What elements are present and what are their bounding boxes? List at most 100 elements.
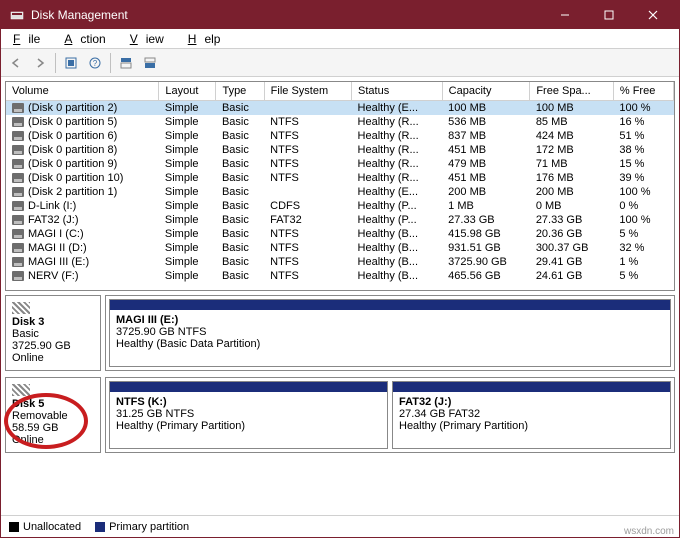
table-row[interactable]: (Disk 0 partition 9)SimpleBasicNTFSHealt… bbox=[6, 157, 674, 171]
cell-text: Basic bbox=[222, 172, 249, 184]
table-row[interactable]: (Disk 0 partition 8)SimpleBasicNTFSHealt… bbox=[6, 143, 674, 157]
cell-text: (Disk 0 partition 5) bbox=[28, 116, 117, 128]
cell-text: 300.37 GB bbox=[536, 242, 589, 254]
column-header[interactable]: Type bbox=[216, 82, 264, 101]
partition-container: NTFS (K:) 31.25 GB NTFS Healthy (Primary… bbox=[105, 377, 675, 453]
disk-info-box[interactable]: Disk 3 Basic 3725.90 GB Online bbox=[5, 295, 101, 371]
cell-text: Basic bbox=[222, 144, 249, 156]
cell-text: 38 % bbox=[619, 144, 644, 156]
cell-text: 100 MB bbox=[536, 102, 574, 114]
cell-text: 39 % bbox=[619, 172, 644, 184]
cell-text: 100 MB bbox=[448, 102, 486, 114]
menu-view[interactable]: View bbox=[122, 30, 180, 48]
disk-management-window: Disk Management File Action View Help ? … bbox=[0, 0, 680, 538]
table-row[interactable]: D-Link (I:)SimpleBasicCDFSHealthy (P...1… bbox=[6, 199, 674, 213]
partition-health: Healthy (Basic Data Partition) bbox=[116, 338, 664, 350]
legend-bar: Unallocated Primary partition bbox=[1, 515, 679, 537]
menu-help[interactable]: Help bbox=[180, 30, 237, 48]
cell-text: Healthy (B... bbox=[358, 228, 419, 240]
menu-action[interactable]: Action bbox=[56, 30, 121, 48]
cell-text: 15 % bbox=[619, 158, 644, 170]
cell-text: 100 % bbox=[619, 186, 650, 198]
partition-box[interactable]: FAT32 (J:) 27.34 GB FAT32 Healthy (Prima… bbox=[392, 381, 671, 449]
disk-row: Disk 5 Removable 58.59 GB Online NTFS (K… bbox=[5, 377, 675, 453]
cell-text: 5 % bbox=[619, 270, 638, 282]
partition-size: 31.25 GB NTFS bbox=[116, 408, 381, 420]
table-row[interactable]: (Disk 0 partition 10)SimpleBasicNTFSHeal… bbox=[6, 171, 674, 185]
cell-text: NTFS bbox=[270, 172, 299, 184]
cell-text: 200 MB bbox=[536, 186, 574, 198]
volume-icon bbox=[12, 271, 24, 281]
titlebar[interactable]: Disk Management bbox=[1, 1, 679, 29]
cell-text: 451 MB bbox=[448, 144, 486, 156]
cell-text: Healthy (P... bbox=[358, 200, 417, 212]
disk-size: 3725.90 GB bbox=[12, 340, 94, 352]
back-button[interactable] bbox=[5, 52, 27, 74]
view-top-button[interactable] bbox=[115, 52, 137, 74]
forward-button[interactable] bbox=[29, 52, 51, 74]
maximize-button[interactable] bbox=[587, 1, 631, 29]
table-row[interactable]: MAGI II (D:)SimpleBasicNTFSHealthy (B...… bbox=[6, 241, 674, 255]
window-title: Disk Management bbox=[31, 8, 543, 22]
partition-container: MAGI III (E:) 3725.90 GB NTFS Healthy (B… bbox=[105, 295, 675, 371]
table-row[interactable]: (Disk 0 partition 5)SimpleBasicNTFSHealt… bbox=[6, 115, 674, 129]
partition-box[interactable]: NTFS (K:) 31.25 GB NTFS Healthy (Primary… bbox=[109, 381, 388, 449]
table-row[interactable]: MAGI III (E:)SimpleBasicNTFSHealthy (B..… bbox=[6, 255, 674, 269]
table-row[interactable]: MAGI I (C:)SimpleBasicNTFSHealthy (B...4… bbox=[6, 227, 674, 241]
help-button[interactable]: ? bbox=[84, 52, 106, 74]
disk-info-box[interactable]: Disk 5 Removable 58.59 GB Online bbox=[5, 377, 101, 453]
cell-text: 24.61 GB bbox=[536, 270, 582, 282]
refresh-button[interactable] bbox=[60, 52, 82, 74]
cell-text: Healthy (B... bbox=[358, 270, 419, 282]
cell-text: 29.41 GB bbox=[536, 256, 582, 268]
column-header[interactable]: Layout bbox=[159, 82, 216, 101]
column-header[interactable]: Volume bbox=[6, 82, 159, 101]
cell-text: Healthy (E... bbox=[358, 102, 419, 114]
partition-box[interactable]: MAGI III (E:) 3725.90 GB NTFS Healthy (B… bbox=[109, 299, 671, 367]
cell-text: 479 MB bbox=[448, 158, 486, 170]
cell-text: 536 MB bbox=[448, 116, 486, 128]
cell-text: NTFS bbox=[270, 130, 299, 142]
minimize-button[interactable] bbox=[543, 1, 587, 29]
cell-text: Healthy (R... bbox=[358, 172, 419, 184]
menu-file[interactable]: File bbox=[5, 30, 56, 48]
cell-text: NTFS bbox=[270, 256, 299, 268]
column-header[interactable]: Capacity bbox=[442, 82, 530, 101]
cell-text: Simple bbox=[165, 214, 199, 226]
partition-size: 3725.90 GB NTFS bbox=[116, 326, 664, 338]
column-header[interactable]: Free Spa... bbox=[530, 82, 614, 101]
disk-status: Online bbox=[12, 352, 94, 364]
cell-text: Healthy (P... bbox=[358, 214, 417, 226]
disk-label: Disk 5 bbox=[12, 398, 94, 410]
column-header[interactable]: Status bbox=[352, 82, 443, 101]
volume-table[interactable]: VolumeLayoutTypeFile SystemStatusCapacit… bbox=[5, 81, 675, 291]
cell-text: Simple bbox=[165, 102, 199, 114]
cell-text: Basic bbox=[222, 200, 249, 212]
volume-icon bbox=[12, 159, 24, 169]
table-row[interactable]: FAT32 (J:)SimpleBasicFAT32Healthy (P...2… bbox=[6, 213, 674, 227]
view-bottom-button[interactable] bbox=[139, 52, 161, 74]
column-header[interactable]: % Free bbox=[613, 82, 673, 101]
volume-icon bbox=[12, 215, 24, 225]
watermark: wsxdn.com bbox=[624, 526, 674, 537]
cell-text: Basic bbox=[222, 228, 249, 240]
cell-text: Healthy (R... bbox=[358, 158, 419, 170]
disk-type: Removable bbox=[12, 410, 94, 422]
partition-health: Healthy (Primary Partition) bbox=[399, 420, 664, 432]
cell-text: 424 MB bbox=[536, 130, 574, 142]
column-header[interactable]: File System bbox=[264, 82, 351, 101]
partition-size: 27.34 GB FAT32 bbox=[399, 408, 664, 420]
cell-text: MAGI II (D:) bbox=[28, 242, 87, 254]
cell-text: Healthy (R... bbox=[358, 130, 419, 142]
close-button[interactable] bbox=[631, 1, 675, 29]
table-row[interactable]: (Disk 0 partition 6)SimpleBasicNTFSHealt… bbox=[6, 129, 674, 143]
cell-text: Basic bbox=[222, 158, 249, 170]
cell-text: NTFS bbox=[270, 116, 299, 128]
cell-text: 85 MB bbox=[536, 116, 568, 128]
cell-text: 837 MB bbox=[448, 130, 486, 142]
cell-text: 200 MB bbox=[448, 186, 486, 198]
table-row[interactable]: (Disk 2 partition 1)SimpleBasicHealthy (… bbox=[6, 185, 674, 199]
cell-text: Basic bbox=[222, 186, 249, 198]
table-row[interactable]: (Disk 0 partition 2)SimpleBasicHealthy (… bbox=[6, 101, 674, 116]
table-row[interactable]: NERV (F:)SimpleBasicNTFSHealthy (B...465… bbox=[6, 269, 674, 283]
